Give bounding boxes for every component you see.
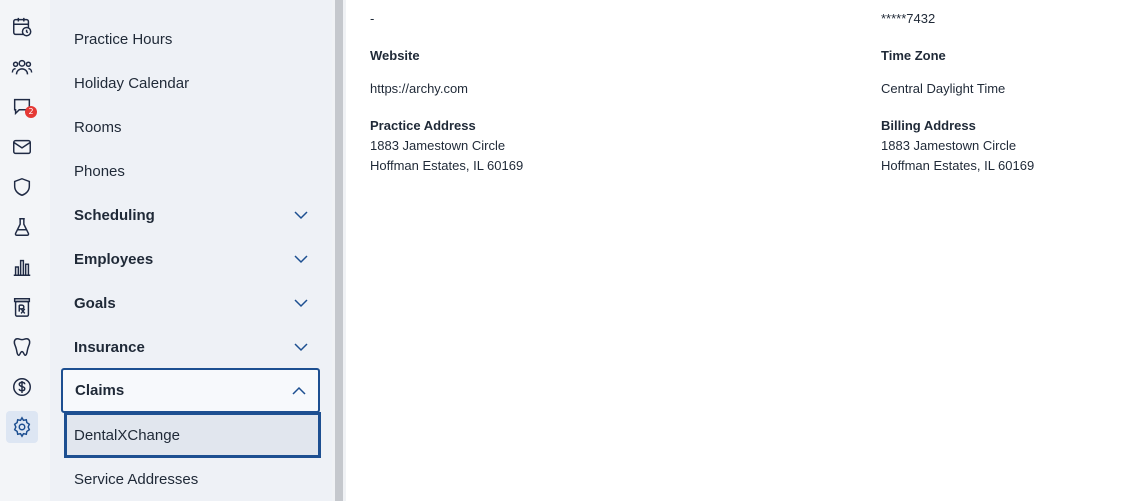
website-value[interactable]: https://archy.com: [370, 81, 468, 96]
nav-section-label: Scheduling: [74, 206, 155, 224]
clipped-nav-item: [124, 0, 244, 2]
lab-flask-icon[interactable]: [9, 214, 35, 240]
nav-section-insurance[interactable]: Insurance: [62, 325, 320, 369]
nav-item-phones[interactable]: Phones: [62, 149, 320, 193]
nav-section-claims[interactable]: Claims: [61, 368, 320, 413]
tooth-icon[interactable]: [9, 334, 35, 360]
messages-icon[interactable]: 2: [9, 94, 37, 120]
nav-item-label: Phones: [74, 162, 125, 180]
chevron-down-icon: [294, 299, 308, 308]
mail-icon[interactable]: [9, 134, 35, 160]
reports-chart-icon[interactable]: [9, 254, 35, 280]
chevron-down-icon: [294, 255, 308, 264]
practice-details-panel: - *****7432 Website https://archy.com Ti…: [346, 0, 1126, 501]
nav-section-label: Goals: [74, 294, 116, 312]
nav-item-label: Practice Hours: [74, 30, 173, 48]
nav-section-employees[interactable]: Employees: [62, 237, 320, 281]
nav-section-label: Insurance: [74, 338, 145, 356]
chevron-down-icon: [294, 211, 308, 220]
schedule-icon[interactable]: [9, 14, 35, 40]
billing-address-line1: 1883 Jamestown Circle: [881, 138, 1017, 153]
settings-nav: Practice Hours Holiday Calendar Rooms Ph…: [50, 0, 332, 501]
left-top-value: -: [370, 11, 375, 26]
nav-item-label: Service Addresses: [74, 470, 199, 488]
right-top-value: *****7432: [881, 11, 936, 26]
insurance-shield-icon[interactable]: [9, 174, 35, 200]
nav-item-dentalxchange[interactable]: DentalXChange: [64, 412, 321, 458]
chevron-down-icon: [294, 343, 308, 352]
website-label: Website: [370, 48, 420, 63]
app-icon-rail: 2: [0, 0, 50, 501]
nav-item-label: Rooms: [74, 118, 122, 136]
nav-item-practice-hours[interactable]: Practice Hours: [62, 17, 320, 61]
timezone-label: Time Zone: [881, 48, 946, 63]
practice-address-line2: Hoffman Estates, IL 60169: [370, 158, 524, 173]
chevron-up-icon: [292, 386, 306, 395]
panel-divider[interactable]: [332, 0, 346, 501]
nav-section-label: Claims: [75, 382, 125, 399]
nav-item-rooms[interactable]: Rooms: [62, 105, 320, 149]
nav-item-holiday-calendar[interactable]: Holiday Calendar: [62, 61, 320, 105]
nav-section-scheduling[interactable]: Scheduling: [62, 193, 320, 237]
billing-address-line2: Hoffman Estates, IL 60169: [881, 158, 1035, 173]
billing-address-label: Billing Address: [881, 118, 976, 133]
practice-address-line1: 1883 Jamestown Circle: [370, 138, 506, 153]
practice-address-label: Practice Address: [370, 118, 476, 133]
patients-icon[interactable]: [9, 54, 35, 80]
timezone-value: Central Daylight Time: [881, 81, 1006, 96]
nav-item-label: Holiday Calendar: [74, 74, 190, 92]
nav-section-label: Employees: [74, 250, 154, 268]
settings-gear-icon[interactable]: [6, 411, 38, 443]
billing-dollar-icon[interactable]: [9, 374, 35, 400]
prescription-icon[interactable]: [9, 294, 35, 320]
nav-item-service-addresses[interactable]: Service Addresses: [62, 457, 320, 501]
nav-section-goals[interactable]: Goals: [62, 281, 320, 325]
nav-item-label: DentalXChange: [74, 426, 180, 444]
messages-badge: 2: [25, 106, 37, 118]
scrollbar-thumb[interactable]: [335, 0, 343, 501]
